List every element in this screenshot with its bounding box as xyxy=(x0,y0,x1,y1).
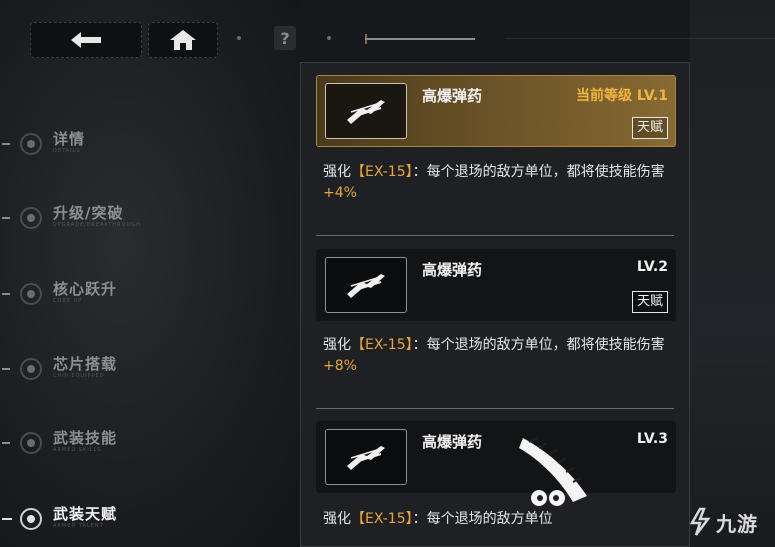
talent-description: 强化【EX-15】：每个退场的敌方单位，都将使技能伤害 +8% xyxy=(323,335,668,377)
desc-tag: 【EX-15】 xyxy=(351,511,413,527)
sidebar-item-skills[interactable]: 武装技能 ARMED SKILLS xyxy=(0,423,260,463)
core-icon xyxy=(20,283,42,305)
background-right xyxy=(690,0,775,547)
talent-level: 当前等级 LV.1 xyxy=(576,88,668,104)
sidebar-dash xyxy=(2,217,10,219)
desc-bonus: +4% xyxy=(323,185,357,201)
watermark: 九游 xyxy=(686,504,758,540)
sidebar-dash xyxy=(2,442,10,444)
sidebar-dash xyxy=(2,293,10,295)
talent-panel: 高爆弹药 当前等级 LV.1 天赋 强化【EX-15】：每个退场的敌方单位，都将… xyxy=(300,62,690,547)
sidebar-item-details[interactable]: 详情 DETAILS xyxy=(0,124,260,164)
desc-prefix: 强化 xyxy=(323,164,351,180)
sidebar-item-label: 武装技能 xyxy=(53,429,118,447)
talent-icon xyxy=(20,508,42,530)
sidebar-item-core[interactable]: 核心跃升 CORE UP xyxy=(0,274,260,314)
talent-badge: 天赋 xyxy=(631,291,668,313)
top-divider xyxy=(505,38,775,39)
desc-body: ：每个退场的敌方单位，都将使技能伤害 xyxy=(412,337,665,353)
desc-bonus: +8% xyxy=(323,358,357,374)
ammo-skill-icon xyxy=(325,429,407,485)
sidebar-dash xyxy=(2,518,12,520)
talent-name: 高爆弹药 xyxy=(422,87,483,105)
sidebar-dash xyxy=(2,368,10,370)
watermark-text: 九游 xyxy=(716,511,758,536)
talent-level: LV.3 xyxy=(636,431,668,447)
jiuyou-logo-icon xyxy=(689,507,711,536)
back-button[interactable] xyxy=(30,22,142,58)
upgrade-icon xyxy=(20,207,42,229)
talent-description: 强化【EX-15】：每个退场的敌方单位 xyxy=(323,509,668,530)
desc-tag: 【EX-15】 xyxy=(351,164,413,180)
mascot-icon xyxy=(519,437,587,506)
sidebar-item-label: 升级/突破 xyxy=(53,204,124,222)
desc-prefix: 强化 xyxy=(323,511,351,527)
skill-icon xyxy=(20,432,42,454)
back-arrow-icon xyxy=(71,32,101,48)
sidebar-dash xyxy=(2,143,10,145)
home-icon xyxy=(170,30,196,50)
talent-name: 高爆弹药 xyxy=(422,433,483,451)
sidebar-item-sublabel: ARMED SKILLS xyxy=(53,447,102,453)
sidebar-item-label: 芯片搭载 xyxy=(53,355,118,373)
sidebar-item-sublabel: CORE UP xyxy=(53,298,83,304)
sidebar-item-sublabel: UPGRADE/BREAKTHROUGH xyxy=(53,222,141,228)
talent-level: LV.2 xyxy=(636,259,668,275)
desc-body: ：每个退场的敌方单位 xyxy=(412,511,553,527)
ammo-skill-icon xyxy=(325,257,407,313)
sidebar-item-chip[interactable]: 芯片搭载 CHIP EQUIPPED xyxy=(0,349,260,389)
desc-body: ：每个退场的敌方单位，都将使技能伤害 xyxy=(412,164,665,180)
desc-prefix: 强化 xyxy=(323,337,351,353)
home-button[interactable] xyxy=(148,22,218,58)
sidebar-item-sublabel: CHIP EQUIPPED xyxy=(53,373,105,379)
talent-card[interactable]: 高爆弹药 LV.3 xyxy=(316,421,676,493)
separator-dot xyxy=(237,36,241,40)
ammo-skill-icon xyxy=(325,83,407,139)
talent-name: 高爆弹药 xyxy=(422,261,483,279)
talent-description: 强化【EX-15】：每个退场的敌方单位，都将使技能伤害 +4% xyxy=(323,162,668,204)
progress-line xyxy=(365,38,475,40)
sidebar-item-sublabel: ARMED TALENT xyxy=(53,523,104,529)
card-divider xyxy=(316,408,674,409)
separator-dot xyxy=(327,36,331,40)
talent-card[interactable]: 高爆弹药 LV.2 天赋 xyxy=(316,249,676,321)
desc-tag: 【EX-15】 xyxy=(351,337,413,353)
top-bar: ? xyxy=(0,0,775,60)
chip-icon xyxy=(20,358,42,380)
details-icon xyxy=(20,133,42,155)
sidebar-item-label: 详情 xyxy=(53,130,86,148)
card-divider xyxy=(316,235,674,236)
talent-card[interactable]: 高爆弹药 当前等级 LV.1 天赋 xyxy=(316,75,676,147)
sidebar-item-talent[interactable]: 武装天赋 ARMED TALENT xyxy=(0,499,260,539)
sidebar-item-upgrade[interactable]: 升级/突破 UPGRADE/BREAKTHROUGH xyxy=(0,198,260,238)
sidebar-item-sublabel: DETAILS xyxy=(53,148,81,154)
help-button[interactable]: ? xyxy=(274,26,296,50)
talent-badge: 天赋 xyxy=(631,117,668,139)
sidebar-item-label: 核心跃升 xyxy=(53,280,118,298)
sidebar-item-label: 武装天赋 xyxy=(53,505,118,523)
